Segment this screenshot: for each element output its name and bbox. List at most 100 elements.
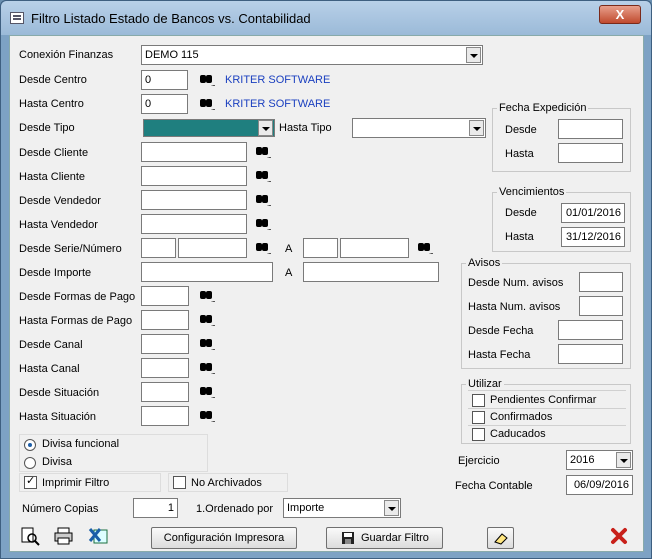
cancel-icon[interactable] bbox=[608, 526, 630, 546]
desde-situacion-input[interactable] bbox=[141, 382, 189, 402]
fexp-desde-input[interactable] bbox=[558, 119, 623, 139]
confirmados-label: Confirmados bbox=[490, 411, 553, 423]
venc-hasta-input[interactable]: 31/12/2016 bbox=[561, 227, 625, 247]
hasta-num-avisos-input[interactable] bbox=[579, 296, 623, 316]
window-close-button[interactable]: X bbox=[599, 5, 641, 24]
excel-export-icon[interactable] bbox=[88, 526, 110, 546]
hasta-cliente-input[interactable] bbox=[141, 166, 247, 186]
hasta-vendedor-input[interactable] bbox=[141, 214, 247, 234]
desde-situacion-search-icon[interactable]: ... bbox=[199, 385, 216, 400]
desde-cliente-label: Desde Cliente bbox=[19, 147, 89, 159]
main-window: Filtro Listado Estado de Bancos vs. Cont… bbox=[0, 0, 652, 559]
hasta-formas-label: Hasta Formas de Pago bbox=[19, 315, 133, 327]
preview-icon[interactable] bbox=[19, 526, 41, 546]
hasta-tipo-label: Hasta Tipo bbox=[279, 122, 332, 134]
desde-centro-search-icon[interactable]: ... bbox=[199, 73, 216, 88]
desde-formas-input[interactable] bbox=[141, 286, 189, 306]
hasta-situacion-search-icon[interactable]: ... bbox=[199, 409, 216, 424]
hasta-importe-input[interactable] bbox=[303, 262, 439, 282]
fexp-hasta-label: Hasta bbox=[505, 148, 534, 160]
hasta-canal-label: Hasta Canal bbox=[19, 363, 80, 375]
ejercicio-label: Ejercicio bbox=[458, 455, 500, 467]
desde-serie-search-icon[interactable]: ... bbox=[255, 241, 272, 256]
hasta-numero-input[interactable] bbox=[340, 238, 409, 258]
hasta-serie-search-icon[interactable]: ... bbox=[417, 241, 434, 256]
fecha-contable-input[interactable]: 06/09/2016 bbox=[566, 475, 633, 495]
desde-serie-input[interactable] bbox=[141, 238, 176, 258]
desde-vendedor-search-icon[interactable]: ... bbox=[255, 193, 272, 208]
confirmados-checkbox[interactable] bbox=[472, 411, 485, 424]
conexion-label: Conexión Finanzas bbox=[19, 49, 114, 61]
hasta-cliente-search-icon[interactable]: ... bbox=[255, 169, 272, 184]
hasta-centro-name: KRITER SOFTWARE bbox=[225, 98, 331, 110]
utilizar-divider bbox=[468, 425, 626, 426]
avisos-desde-fecha-input[interactable] bbox=[558, 320, 623, 340]
desde-tipo-select[interactable] bbox=[143, 119, 275, 137]
desde-importe-input[interactable] bbox=[141, 262, 273, 282]
pendientes-confirmar-checkbox[interactable] bbox=[472, 394, 485, 407]
desde-canal-input[interactable] bbox=[141, 334, 189, 354]
form-panel: Conexión Finanzas DEMO 115 Desde Centro … bbox=[9, 35, 644, 552]
ordenado-select[interactable]: Importe bbox=[283, 498, 401, 518]
avisos-hasta-fecha-input[interactable] bbox=[558, 344, 623, 364]
fexp-hasta-input[interactable] bbox=[558, 143, 623, 163]
desde-tipo-label: Desde Tipo bbox=[19, 122, 75, 134]
chevron-down-icon[interactable] bbox=[384, 500, 399, 516]
hasta-serie-input[interactable] bbox=[303, 238, 338, 258]
conexion-select[interactable]: DEMO 115 bbox=[141, 45, 483, 65]
printer-icon[interactable] bbox=[53, 526, 75, 546]
hasta-centro-input[interactable]: 0 bbox=[141, 94, 188, 114]
ordenado-label: 1.Ordenado por bbox=[196, 503, 274, 515]
imprimir-filtro-checkbox[interactable] bbox=[24, 474, 37, 489]
utilizar-title: Utilizar bbox=[466, 378, 504, 390]
hasta-tipo-select[interactable] bbox=[352, 118, 486, 138]
desde-formas-search-icon[interactable]: ... bbox=[199, 289, 216, 304]
desde-cliente-search-icon[interactable]: ... bbox=[255, 145, 272, 160]
ejercicio-select[interactable]: 2016 bbox=[566, 450, 633, 470]
desde-canal-search-icon[interactable]: ... bbox=[199, 337, 216, 352]
chevron-down-icon[interactable] bbox=[469, 120, 484, 136]
desde-serie-label: Desde Serie/Número bbox=[19, 243, 122, 255]
desde-num-avisos-input[interactable] bbox=[579, 272, 623, 292]
divisa-funcional-radio[interactable] bbox=[24, 439, 36, 451]
divisa-radio[interactable] bbox=[24, 457, 36, 469]
desde-vendedor-label: Desde Vendedor bbox=[19, 195, 101, 207]
avisos-group: Avisos Desde Num. avisos Hasta Num. avis… bbox=[461, 257, 631, 369]
venc-desde-input[interactable]: 01/01/2016 bbox=[561, 203, 625, 223]
chevron-down-icon[interactable] bbox=[258, 120, 273, 136]
no-archivados-checkbox[interactable] bbox=[173, 476, 186, 489]
configuracion-impresora-button[interactable]: Configuración Impresora bbox=[151, 527, 297, 549]
utilizar-group: Utilizar Pendientes Confirmar Confirmado… bbox=[461, 378, 631, 444]
desde-cliente-input[interactable] bbox=[141, 142, 247, 162]
guardar-filtro-button[interactable]: Guardar Filtro bbox=[326, 527, 443, 549]
importe-a-label: A bbox=[285, 267, 293, 279]
divisa-label: Divisa bbox=[42, 456, 72, 468]
hasta-cliente-label: Hasta Cliente bbox=[19, 171, 86, 183]
hasta-canal-search-icon[interactable]: ... bbox=[199, 361, 216, 376]
fecha-expedicion-title: Fecha Expedición bbox=[497, 102, 589, 114]
fecha-contable-label: Fecha Contable bbox=[455, 480, 533, 492]
hasta-centro-search-icon[interactable]: ... bbox=[199, 97, 216, 112]
chevron-down-icon[interactable] bbox=[466, 47, 481, 63]
desde-centro-input[interactable]: 0 bbox=[141, 70, 188, 90]
divisa-funcional-label: Divisa funcional bbox=[42, 438, 120, 450]
avisos-desde-fecha-label: Desde Fecha bbox=[468, 325, 534, 337]
hasta-formas-search-icon[interactable]: ... bbox=[199, 313, 216, 328]
desde-formas-label: Desde Formas de Pago bbox=[19, 291, 136, 303]
clear-button[interactable] bbox=[487, 527, 514, 549]
hasta-situacion-input[interactable] bbox=[141, 406, 189, 426]
utilizar-divider bbox=[468, 390, 626, 391]
caducados-checkbox[interactable] bbox=[472, 428, 485, 441]
hasta-vendedor-label: Hasta Vendedor bbox=[19, 219, 98, 231]
desde-vendedor-input[interactable] bbox=[141, 190, 247, 210]
numero-copias-input[interactable]: 1 bbox=[133, 498, 178, 518]
hasta-vendedor-search-icon[interactable]: ... bbox=[255, 217, 272, 232]
hasta-canal-input[interactable] bbox=[141, 358, 189, 378]
desde-canal-label: Desde Canal bbox=[19, 339, 83, 351]
desde-importe-label: Desde Importe bbox=[19, 267, 92, 279]
desde-numero-input[interactable] bbox=[178, 238, 247, 258]
vencimientos-title: Vencimientos bbox=[497, 186, 567, 198]
chevron-down-icon[interactable] bbox=[616, 452, 631, 468]
desde-centro-label: Desde Centro bbox=[19, 74, 87, 86]
hasta-formas-input[interactable] bbox=[141, 310, 189, 330]
